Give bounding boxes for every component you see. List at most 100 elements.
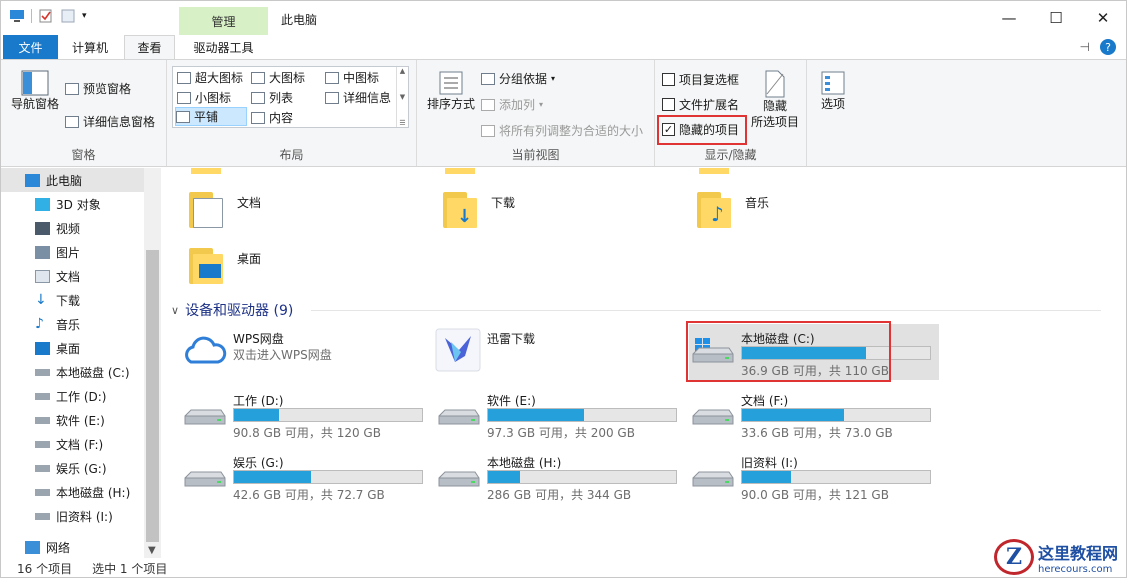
add-column-button[interactable]: 添加列 ▾ — [481, 96, 543, 113]
selected-count: 选中 1 个项目 — [92, 561, 168, 576]
nav-item-videos[interactable]: 视频 — [1, 216, 144, 240]
drive-sub: 97.3 GB 可用，共 200 GB — [487, 426, 635, 440]
nav-pane-button[interactable]: 导航窗格 — [9, 70, 61, 112]
nav-item-this-pc[interactable]: 此电脑 — [1, 168, 144, 192]
nav-label: 本地磁盘 (C:) — [56, 365, 130, 380]
nav-item-documents[interactable]: 文档 — [1, 264, 144, 288]
add-column-icon — [481, 98, 495, 111]
nav-item-3d-objects[interactable]: 3D 对象 — [1, 192, 144, 216]
nav-label: 本地磁盘 (H:) — [56, 485, 131, 500]
cloud-icon — [185, 336, 227, 364]
network-icon — [25, 540, 40, 554]
layout-tiles[interactable]: 平铺 — [175, 107, 247, 126]
chevron-down-icon[interactable]: ▾ — [82, 11, 87, 21]
drive-name: 文档 (F:) — [741, 394, 789, 408]
nav-item-drive-d[interactable]: 工作 (D:) — [1, 384, 144, 408]
file-ext-toggle[interactable]: 文件扩展名 — [662, 96, 739, 113]
group-label-pane: 窗格 — [71, 148, 96, 162]
drive-tile[interactable]: 旧资料 (I:) 90.0 GB 可用，共 121 GB — [689, 448, 939, 504]
close-button[interactable]: ✕ — [1080, 7, 1126, 29]
preview-pane-icon — [65, 82, 79, 95]
nav-item-music[interactable]: ♪ 音乐 — [1, 312, 144, 336]
xunlei-download[interactable]: 迅雷下载 — [435, 324, 685, 380]
folder-music[interactable]: ♪ 音乐 — [697, 188, 769, 230]
drive-tile[interactable]: 工作 (D:) 90.8 GB 可用，共 120 GB — [181, 386, 431, 442]
folder-desktop[interactable]: 桌面 — [189, 244, 261, 286]
arrow-up-icon[interactable]: ▲ — [400, 67, 405, 75]
chevron-down-icon[interactable]: ∨ — [171, 304, 179, 317]
tab-file[interactable]: 文件 — [3, 35, 58, 59]
group-by-button[interactable]: 分组依据 ▾ — [481, 70, 555, 87]
usage-bar — [233, 408, 423, 422]
tab-view[interactable]: 查看 — [124, 35, 175, 59]
chevron-down-icon[interactable]: ▼ — [148, 545, 156, 556]
chevron-down-icon: ▾ — [551, 74, 556, 83]
layout-list[interactable]: 列表 — [251, 89, 293, 106]
options-button[interactable]: 选项 — [813, 70, 853, 112]
nav-item-desktop[interactable]: 桌面 — [1, 336, 144, 360]
options-label: 选项 — [820, 97, 845, 111]
folder-downloads[interactable]: ↓ 下载 — [443, 188, 515, 230]
sort-by-button[interactable]: 排序方式 — [425, 70, 477, 112]
nav-item-network[interactable]: 网络 — [1, 535, 144, 559]
nav-item-drive-i[interactable]: 旧资料 (I:) — [1, 504, 144, 528]
help-icon[interactable]: ? — [1100, 39, 1116, 55]
checkbox[interactable] — [662, 73, 675, 86]
properties-icon[interactable] — [38, 9, 54, 23]
chevron-down-icon: ▾ — [539, 100, 544, 109]
drive-tile[interactable]: 软件 (E:) 97.3 GB 可用，共 200 GB — [435, 386, 685, 442]
nav-item-drive-c[interactable]: 本地磁盘 (C:) — [1, 360, 144, 384]
folder-documents[interactable]: 文档 — [189, 188, 261, 230]
layout-label: 详细信息 — [343, 91, 392, 105]
details-pane-icon — [65, 115, 79, 128]
maximize-button[interactable]: ☐ — [1033, 7, 1079, 29]
drive-tile[interactable]: 本地磁盘 (H:) 286 GB 可用，共 344 GB — [435, 448, 685, 504]
layout-label: 中图标 — [343, 71, 380, 85]
checkbox[interactable] — [662, 98, 675, 111]
details-pane-label: 详细信息窗格 — [83, 115, 156, 129]
hard-drive-icon — [184, 409, 226, 425]
layout-details[interactable]: 详细信息 — [325, 89, 391, 106]
drive-tile[interactable]: 娱乐 (G:) 42.6 GB 可用，共 72.7 GB — [181, 448, 431, 504]
layout-small-icons[interactable]: 小图标 — [177, 89, 231, 106]
layout-medium-icons[interactable]: 中图标 — [325, 69, 379, 86]
preview-pane-button[interactable]: 预览窗格 — [65, 80, 131, 97]
watermark-name: 这里教程网 — [1037, 543, 1118, 563]
item-checkbox-label: 项目复选框 — [679, 73, 740, 87]
usage-bar-fill — [742, 471, 791, 483]
nav-label: 旧资料 (I:) — [56, 509, 113, 524]
nav-scrollbar[interactable]: ▼ — [144, 168, 161, 558]
layout-content[interactable]: 内容 — [251, 109, 293, 126]
hide-selected-button[interactable]: 隐藏 所选项目 — [749, 70, 801, 130]
fit-columns-button[interactable]: 将所有列调整为合适的大小 — [481, 122, 643, 139]
nav-item-pictures[interactable]: 图片 — [1, 240, 144, 264]
hide-selected-label-1: 隐藏 — [762, 99, 787, 113]
pc-icon[interactable] — [9, 9, 25, 23]
new-folder-icon[interactable] — [60, 9, 76, 23]
pin-ribbon-icon[interactable]: ⊣ — [1080, 40, 1090, 54]
ribbon: 导航窗格 预览窗格 详细信息窗格 窗格 布局 超大图标 大图标 中图标 小图标 … — [1, 59, 1126, 167]
tab-computer[interactable]: 计算机 — [61, 35, 119, 59]
nav-scroll-thumb[interactable] — [146, 250, 159, 542]
drive-tile[interactable]: 文档 (F:) 33.6 GB 可用，共 73.0 GB — [689, 386, 939, 442]
nav-item-downloads[interactable]: ↓ 下载 — [1, 288, 144, 312]
devices-section-header[interactable]: ∨ 设备和驱动器 (9) — [171, 300, 293, 320]
drive-icon — [35, 368, 50, 376]
details-pane-button[interactable]: 详细信息窗格 — [65, 113, 155, 130]
item-checkbox-toggle[interactable]: 项目复选框 — [662, 71, 739, 88]
tab-drive-tools[interactable]: 驱动器工具 — [179, 35, 268, 59]
wps-cloud-drive[interactable]: WPS网盘 双击进入WPS网盘 — [181, 324, 431, 380]
arrow-down-icon[interactable]: ▼ — [400, 93, 405, 101]
nav-item-drive-e[interactable]: 软件 (E:) — [1, 408, 144, 432]
nav-item-drive-f[interactable]: 文档 (F:) — [1, 432, 144, 456]
layout-large-icons[interactable]: 大图标 — [251, 69, 305, 86]
nav-item-drive-g[interactable]: 娱乐 (G:) — [1, 456, 144, 480]
group-by-label: 分组依据 — [499, 72, 548, 86]
expand-gallery-icon[interactable]: ☰ — [399, 119, 405, 127]
layout-extra-large-icons[interactable]: 超大图标 — [177, 69, 243, 86]
layout-gallery-scroll[interactable]: ▲ ▼ ☰ — [396, 67, 408, 127]
desktop-icon — [35, 341, 50, 355]
minimize-button[interactable]: — — [986, 7, 1032, 29]
nav-item-drive-h[interactable]: 本地磁盘 (H:) — [1, 480, 144, 504]
drive-sub: 双击进入WPS网盘 — [233, 348, 332, 362]
